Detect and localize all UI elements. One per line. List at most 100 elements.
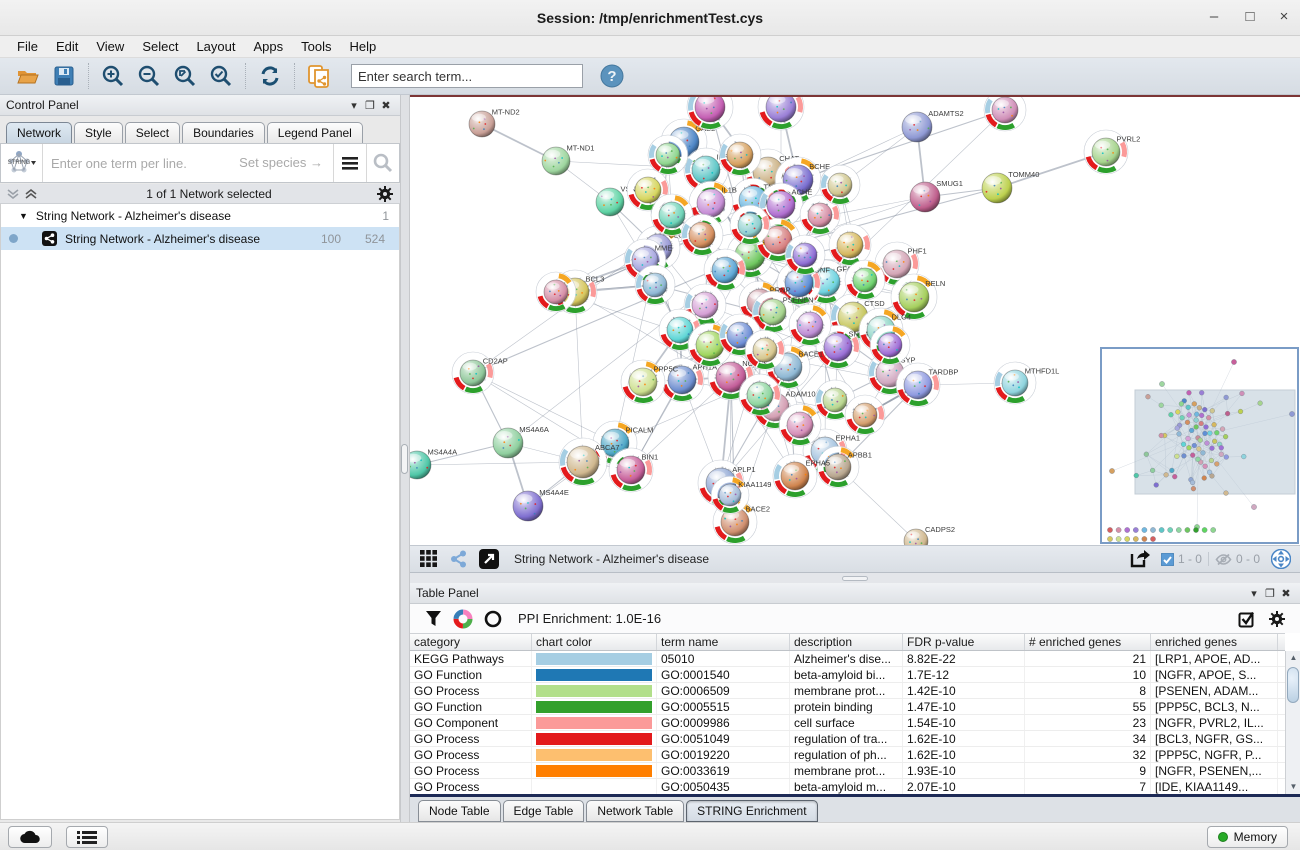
network-node[interactable] <box>739 374 781 416</box>
scroll-down-icon[interactable]: ▼ <box>1286 780 1300 794</box>
network-node[interactable]: MT-ND2 <box>469 107 520 137</box>
network-tree-row[interactable]: ▼String Network - Alzheimer's disease1 <box>1 204 399 227</box>
ring-chart-button[interactable] <box>480 608 506 630</box>
menu-help[interactable]: Help <box>341 37 386 57</box>
network-node[interactable]: TARDBP <box>896 363 958 407</box>
enrichment-row[interactable]: GO ComponentGO:0009986cell surface1.54E-… <box>410 715 1285 731</box>
close-button[interactable]: × <box>1266 0 1300 36</box>
tab-string-enrichment[interactable]: STRING Enrichment <box>686 800 817 822</box>
task-history-button[interactable] <box>66 826 108 848</box>
scroll-up-icon[interactable]: ▲ <box>1286 651 1300 665</box>
network-node[interactable] <box>829 224 871 266</box>
network-tree-row[interactable]: String Network - Alzheimer's disease1005… <box>1 227 399 250</box>
expand-all-icon[interactable] <box>24 188 42 200</box>
enrichment-row[interactable]: GO ProcessGO:0006509membrane prot...1.42… <box>410 683 1285 699</box>
panel-divider[interactable] <box>410 573 1300 583</box>
tab-network[interactable]: Network <box>6 122 72 143</box>
network-node[interactable] <box>984 95 1026 131</box>
menu-layout[interactable]: Layout <box>187 37 244 57</box>
network-node[interactable]: MS4A6A <box>493 425 549 458</box>
collapse-all-icon[interactable] <box>6 188 24 200</box>
tab-select[interactable]: Select <box>125 122 180 143</box>
network-node[interactable] <box>627 169 669 211</box>
network-node[interactable]: CD2AP <box>452 352 508 394</box>
column-header-description[interactable]: description <box>790 634 903 650</box>
tab-style[interactable]: Style <box>74 122 123 143</box>
zoom-fit-button[interactable] <box>168 61 202 91</box>
tab-boundaries[interactable]: Boundaries <box>182 122 265 143</box>
column-header-enriched-genes[interactable]: enriched genes <box>1151 634 1278 650</box>
column-header--enriched-genes[interactable]: # enriched genes <box>1025 634 1151 650</box>
open-in-window-button[interactable] <box>476 548 502 570</box>
network-node[interactable] <box>820 165 860 205</box>
network-node[interactable] <box>719 134 761 176</box>
column-header-chart-color[interactable]: chart color <box>532 634 657 650</box>
tab-network-table[interactable]: Network Table <box>586 800 684 822</box>
column-header-term-name[interactable]: term name <box>657 634 790 650</box>
birds-eye-view[interactable] <box>1100 347 1299 544</box>
open-file-button[interactable] <box>11 61 45 91</box>
export-network-button[interactable] <box>1127 548 1153 570</box>
network-node[interactable] <box>730 205 770 245</box>
scrollbar-thumb[interactable] <box>1287 667 1299 703</box>
species-hint[interactable]: Set species → <box>239 155 323 170</box>
string-source-dropdown[interactable]: STRING <box>1 144 43 182</box>
select-rows-button[interactable] <box>1234 608 1260 630</box>
network-node[interactable] <box>745 330 785 370</box>
cloud-tasks-button[interactable] <box>8 826 52 848</box>
grid-view-button[interactable] <box>416 548 442 570</box>
enrichment-row[interactable]: GO FunctionGO:0001540beta-amyloid bi...1… <box>410 667 1285 683</box>
zoom-in-button[interactable] <box>96 61 130 91</box>
network-node[interactable] <box>758 95 804 130</box>
network-node[interactable] <box>789 304 831 346</box>
menu-select[interactable]: Select <box>133 37 187 57</box>
search-input[interactable] <box>351 64 583 88</box>
string-options-button[interactable] <box>333 144 366 182</box>
network-node[interactable]: BIN1 <box>609 448 658 492</box>
panel-float-icon[interactable]: ❐ <box>362 99 378 112</box>
memory-button[interactable]: Memory <box>1207 826 1288 848</box>
enrichment-row[interactable]: GO ProcessGO:0050435beta-amyloid m...2.0… <box>410 779 1285 794</box>
copy-network-button[interactable] <box>302 61 336 91</box>
network-node[interactable] <box>648 135 688 175</box>
menu-view[interactable]: View <box>87 37 133 57</box>
panel-menu-icon[interactable]: ▾ <box>1246 587 1262 600</box>
enrichment-row[interactable]: GO ProcessGO:0051049regulation of tra...… <box>410 731 1285 747</box>
network-node[interactable]: MTHFD1L <box>994 362 1059 404</box>
network-node[interactable]: TOMM40 <box>982 170 1039 203</box>
column-header-category[interactable]: category <box>410 634 532 650</box>
enrichment-row[interactable]: GO ProcessGO:0019220regulation of ph...1… <box>410 747 1285 763</box>
network-node[interactable]: SMUG1 <box>910 179 963 212</box>
refresh-button[interactable] <box>253 61 287 91</box>
share-network-button[interactable] <box>446 548 472 570</box>
network-node[interactable] <box>681 214 723 256</box>
network-node[interactable]: MS4A4A <box>410 448 457 480</box>
network-node[interactable] <box>845 395 885 435</box>
network-node[interactable]: CADPS2 <box>904 525 955 545</box>
network-node[interactable] <box>845 260 885 300</box>
minimize-button[interactable]: – <box>1196 0 1232 36</box>
maximize-button[interactable]: □ <box>1232 0 1268 36</box>
network-node[interactable] <box>635 265 675 305</box>
panel-float-icon[interactable]: ❐ <box>1262 587 1278 600</box>
tree-expand-icon[interactable]: ▼ <box>19 211 28 221</box>
menu-file[interactable]: File <box>8 37 47 57</box>
table-settings-button[interactable] <box>1264 608 1290 630</box>
menu-apps[interactable]: Apps <box>245 37 293 57</box>
panel-menu-icon[interactable]: ▾ <box>346 99 362 112</box>
panel-close-icon[interactable]: ✖ <box>1278 587 1294 600</box>
tab-edge-table[interactable]: Edge Table <box>503 800 585 822</box>
panel-close-icon[interactable]: ✖ <box>378 99 394 112</box>
column-header-fdr-p-value[interactable]: FDR p-value <box>903 634 1025 650</box>
network-node[interactable]: MS4A4E <box>513 488 569 521</box>
enrichment-row[interactable]: KEGG Pathways05010Alzheimer's dise...8.8… <box>410 651 1285 667</box>
table-scrollbar[interactable]: ▲ ▼ <box>1285 651 1300 794</box>
filter-button[interactable] <box>420 608 446 630</box>
zoom-out-button[interactable] <box>132 61 166 91</box>
gear-icon[interactable] <box>376 185 394 203</box>
menu-edit[interactable]: Edit <box>47 37 87 57</box>
enrichment-row[interactable]: GO ProcessGO:0033619membrane prot...1.93… <box>410 763 1285 779</box>
network-node[interactable] <box>536 272 576 312</box>
zoom-selected-button[interactable] <box>204 61 238 91</box>
network-node[interactable]: PVRL2 <box>1084 130 1140 174</box>
